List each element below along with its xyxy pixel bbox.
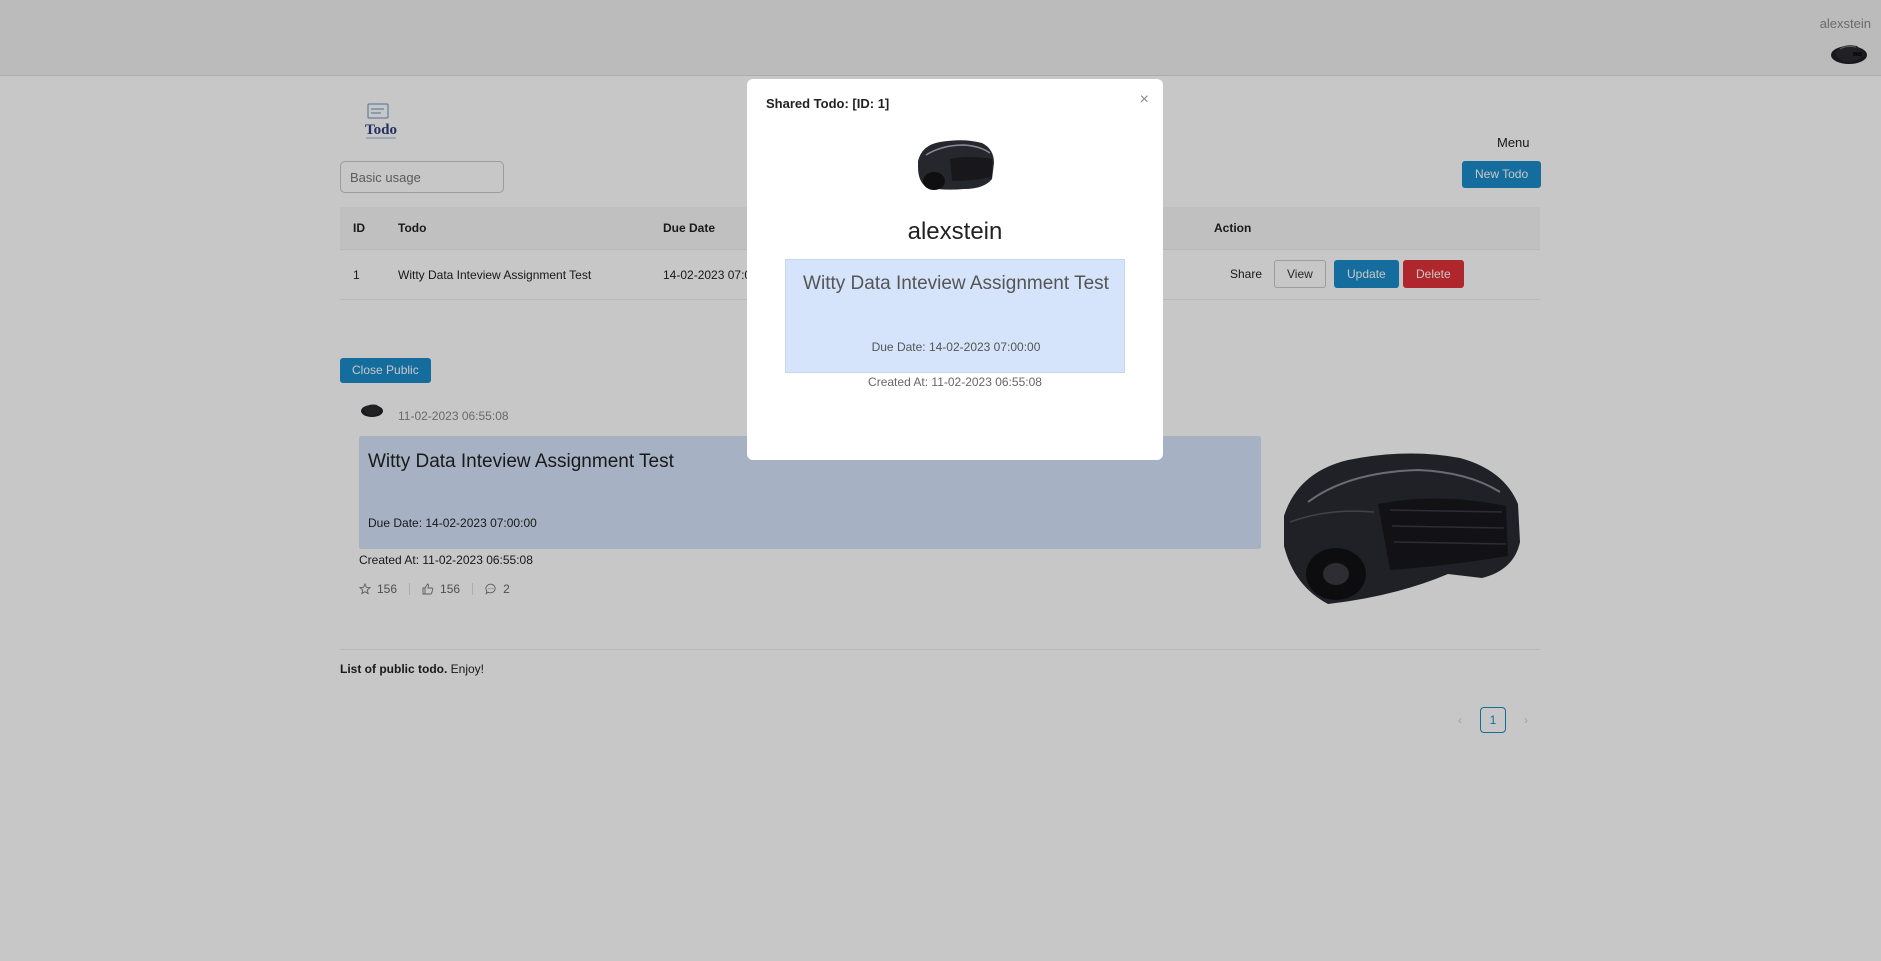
shared-todo-modal: Shared Todo: [ID: 1] × alexstein Witty D… bbox=[747, 79, 1163, 460]
modal-title: Shared Todo: [ID: 1] bbox=[766, 96, 890, 111]
modal-user-avatar bbox=[918, 140, 994, 190]
modal-todo-card: Witty Data Inteview Assignment Test Due … bbox=[785, 259, 1125, 373]
modal-username: alexstein bbox=[907, 218, 1003, 245]
close-icon[interactable]: × bbox=[1140, 91, 1149, 109]
modal-todo-due-date: Due Date: 14-02-2023 07:00:00 bbox=[871, 340, 1041, 354]
modal-todo-created-at: Created At: 11-02-2023 06:55:08 bbox=[868, 375, 1042, 389]
modal-todo-title: Witty Data Inteview Assignment Test bbox=[803, 273, 1109, 294]
